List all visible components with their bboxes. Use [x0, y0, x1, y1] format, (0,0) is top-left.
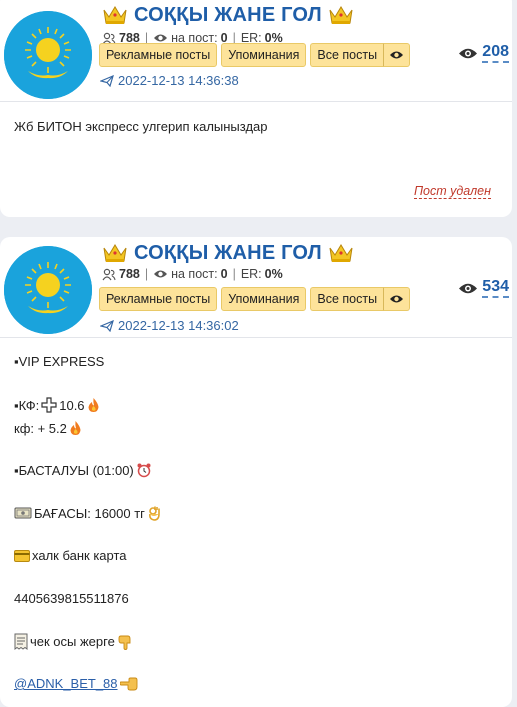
fire-icon — [88, 398, 99, 412]
post-card: СОҚҚЫ ЖАНЕ ГОЛ 788 | на пост: 0 | ER: 0%… — [0, 237, 512, 707]
post-line-text: ▪VIP EXPRESS — [14, 354, 105, 369]
post-line-price: БАҒАСЫ: 16000 тг — [14, 505, 161, 521]
eye-icon — [459, 283, 478, 293]
crown-icon — [103, 244, 127, 262]
post-date[interactable]: 2022-12-13 14:36:38 — [100, 73, 239, 88]
post-line-text: ▪КФ: — [14, 397, 40, 413]
ok-hand-icon — [148, 506, 160, 521]
post-date[interactable]: 2022-12-13 14:36:02 — [100, 318, 239, 333]
subscribers-count: 788 — [119, 267, 140, 281]
er-value: 0% — [264, 267, 283, 281]
post-line-text: БАҒАСЫ: 16000 тг — [34, 505, 145, 521]
channel-title[interactable]: СОҚҚЫ ЖАНЕ ГОЛ — [134, 4, 322, 27]
eye-icon — [154, 34, 168, 42]
post-line-bank: халк банк карта — [14, 548, 127, 563]
plus-icon — [41, 397, 57, 413]
all-posts-group: Все посты — [310, 43, 411, 67]
channel-title-row: СОҚҚЫ ЖАНЕ ГОЛ — [102, 240, 354, 266]
channel-avatar[interactable] — [4, 246, 92, 334]
preview-button[interactable] — [384, 43, 411, 67]
separator: | — [232, 267, 236, 281]
eye-icon — [390, 295, 404, 303]
card-number: 4405639815511876 — [14, 591, 129, 606]
banknote-icon — [14, 507, 32, 519]
divider — [0, 337, 512, 338]
channel-actions: Рекламные посты Упоминания Все посты — [99, 287, 411, 311]
per-post-label: на пост: — [171, 267, 218, 281]
kazakhstan-flag-icon — [4, 246, 92, 334]
eye-icon — [459, 48, 478, 58]
mentions-button[interactable]: Упоминания — [221, 287, 307, 311]
credit-card-icon — [14, 549, 30, 562]
post-date-text: 2022-12-13 14:36:38 — [118, 73, 239, 88]
mentions-button[interactable]: Упоминания — [221, 43, 307, 67]
eye-icon — [390, 51, 404, 59]
post-line-text: 10.6 — [59, 397, 85, 413]
divider — [0, 101, 512, 102]
paper-plane-icon — [100, 319, 114, 332]
post-line-text: халк банк карта — [32, 548, 127, 563]
crown-icon — [329, 244, 353, 262]
channel-actions: Рекламные посты Упоминания Все посты — [99, 43, 411, 67]
post-line-kf1: ▪КФ: 10.6 — [14, 397, 100, 413]
post-line-text: чек осы жерге — [30, 634, 115, 649]
post-line-vip: ▪VIP EXPRESS — [14, 354, 104, 369]
post-line-text: кф: + 5.2 — [14, 420, 67, 436]
per-post-value: 0 — [220, 267, 228, 281]
post-line-check: чек осы жерге — [14, 633, 133, 650]
receipt-icon — [14, 633, 28, 650]
all-posts-group: Все посты — [310, 287, 411, 311]
preview-button[interactable] — [384, 287, 411, 311]
all-posts-button[interactable]: Все посты — [310, 287, 385, 311]
post-line-start: ▪БАСТАЛУЫ (01:00) — [14, 462, 152, 478]
views-counter[interactable]: 534 — [458, 278, 509, 298]
eye-icon — [154, 270, 168, 278]
channel-stats: 788 | на пост: 0 | ER: 0% — [102, 267, 283, 281]
post-deleted-status[interactable]: Пост удален — [414, 184, 491, 199]
post-line-handle: @ADNK_BET_88 — [14, 676, 138, 691]
post-card: СОҚҚЫ ЖАНЕ ГОЛ 788 | на пост: 0 | ER: 0%… — [0, 0, 512, 217]
pointing-down-icon — [118, 635, 131, 650]
post-line-kf2: кф: + 5.2 — [14, 420, 82, 436]
views-count: 208 — [482, 43, 509, 63]
crown-icon — [103, 6, 127, 24]
post-line-card-number: 4405639815511876 — [14, 591, 129, 606]
fire-icon — [70, 421, 81, 435]
separator: | — [144, 267, 149, 281]
all-posts-button[interactable]: Все посты — [310, 43, 385, 67]
views-count: 534 — [482, 278, 509, 298]
post-line-text: ▪БАСТАЛУЫ (01:00) — [14, 462, 134, 478]
paper-plane-icon — [100, 74, 114, 87]
ad-posts-button[interactable]: Рекламные посты — [99, 287, 218, 311]
channel-title-row: СОҚҚЫ ЖАНЕ ГОЛ — [102, 2, 354, 28]
crown-icon — [329, 6, 353, 24]
ad-posts-button[interactable]: Рекламные посты — [99, 43, 218, 67]
post-text: Жб БИТОН экспресс улгерип калыныздар — [14, 119, 268, 134]
channel-handle-link[interactable]: @ADNK_BET_88 — [14, 676, 118, 691]
people-icon — [102, 268, 116, 280]
channel-title[interactable]: СОҚҚЫ ЖАНЕ ГОЛ — [134, 242, 322, 265]
alarm-clock-icon — [137, 463, 151, 478]
kazakhstan-flag-icon — [4, 11, 92, 99]
post-date-text: 2022-12-13 14:36:02 — [118, 318, 239, 333]
er-label: ER: — [240, 267, 262, 281]
pointing-left-icon — [119, 677, 137, 690]
views-counter[interactable]: 208 — [458, 43, 509, 63]
channel-avatar[interactable] — [4, 11, 92, 99]
